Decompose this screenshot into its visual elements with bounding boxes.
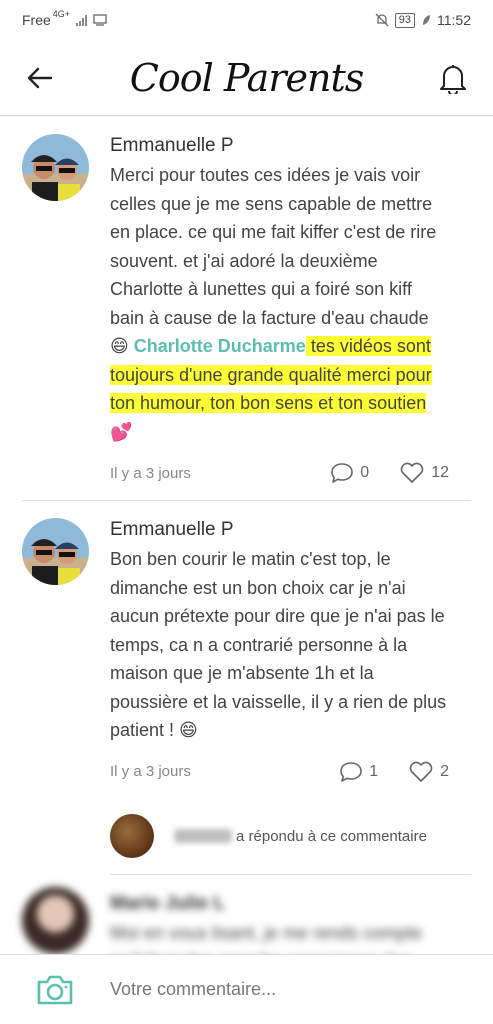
app-logo: Cool Parents — [129, 55, 364, 100]
comment-body: Bon ben courir le matin c'est top, le di… — [110, 545, 449, 745]
reply-notice[interactable]: a répondu à ce commentaire — [110, 799, 471, 875]
heart-icon[interactable] — [408, 761, 434, 783]
reply-bubble-icon[interactable] — [339, 761, 363, 783]
comment-item: Emmanuelle P Merci pour toutes ces idées… — [22, 117, 471, 501]
comment-composer — [0, 954, 493, 1024]
clock: 11:52 — [437, 12, 471, 28]
heart-icon[interactable] — [399, 462, 425, 484]
carrier-label: Free — [22, 12, 51, 28]
like-count: 2 — [440, 762, 449, 780]
grin-emoji-icon: 😄 — [110, 336, 129, 356]
battery-level: 93 — [394, 12, 415, 28]
comment-time: Il y a 3 jours — [110, 763, 191, 780]
blurred-name — [174, 829, 232, 843]
screen-icon — [93, 14, 107, 26]
app-header: Cool Parents — [0, 40, 493, 116]
comment-body: Merci pour toutes ces idées je vais voir… — [110, 161, 449, 446]
avatar[interactable] — [22, 886, 89, 954]
reply-count: 1 — [369, 762, 379, 780]
status-bar: Free 4G+ 93 11:52 — [0, 0, 493, 40]
comment-body: Moi en vous lisant, je me rends compte q… — [110, 919, 449, 955]
leaf-icon — [423, 15, 430, 25]
comment-actions: 0 12 — [330, 462, 449, 484]
reply-count: 0 — [360, 464, 370, 481]
comment-author[interactable]: Marie Julie L — [110, 893, 449, 915]
signal-icon — [76, 14, 88, 26]
mention-link[interactable]: Charlotte Ducharme — [134, 336, 306, 356]
comment-meta: Il y a 3 jours 0 12 — [110, 446, 449, 500]
comment-author[interactable]: Emmanuelle P — [110, 135, 449, 157]
comment-meta: Il y a 3 jours 1 2 — [110, 745, 449, 799]
reply-avatar — [110, 814, 154, 858]
like-count: 12 — [431, 464, 449, 481]
comment-item: Emmanuelle P Bon ben courir le matin c'e… — [22, 501, 471, 799]
avatar[interactable] — [22, 134, 89, 201]
hearts-emoji-icon: 💕 — [110, 421, 133, 442]
status-left: Free 4G+ — [22, 9, 107, 28]
comment-text: Merci pour toutes ces idées je vais voir… — [110, 165, 437, 328]
network-type: 4G+ — [52, 9, 71, 19]
camera-icon[interactable] — [34, 969, 76, 1011]
comment-input[interactable] — [110, 979, 410, 1000]
comment-text: Moi en vous lisant, je me rends compte q… — [110, 922, 423, 955]
comment-time: Il y a 3 jours — [110, 464, 191, 482]
comment-author[interactable]: Emmanuelle P — [110, 519, 449, 541]
status-right: 93 11:52 — [375, 12, 471, 28]
reply-bubble-icon[interactable] — [330, 462, 354, 484]
avatar[interactable] — [22, 518, 89, 585]
comment-actions: 1 2 — [339, 761, 449, 783]
mute-bell-icon — [375, 13, 389, 27]
back-arrow-icon[interactable] — [24, 62, 56, 94]
comments-feed[interactable]: Emmanuelle P Merci pour toutes ces idées… — [0, 117, 493, 954]
grin-emoji-icon: 😄 — [179, 720, 198, 740]
bell-icon[interactable] — [437, 62, 469, 94]
reply-notice-text: a répondu à ce commentaire — [236, 827, 427, 845]
comment-text: Bon ben courir le matin c'est top, le di… — [110, 549, 447, 740]
comment-item: Marie Julie L Moi en vous lisant, je me … — [22, 875, 471, 955]
